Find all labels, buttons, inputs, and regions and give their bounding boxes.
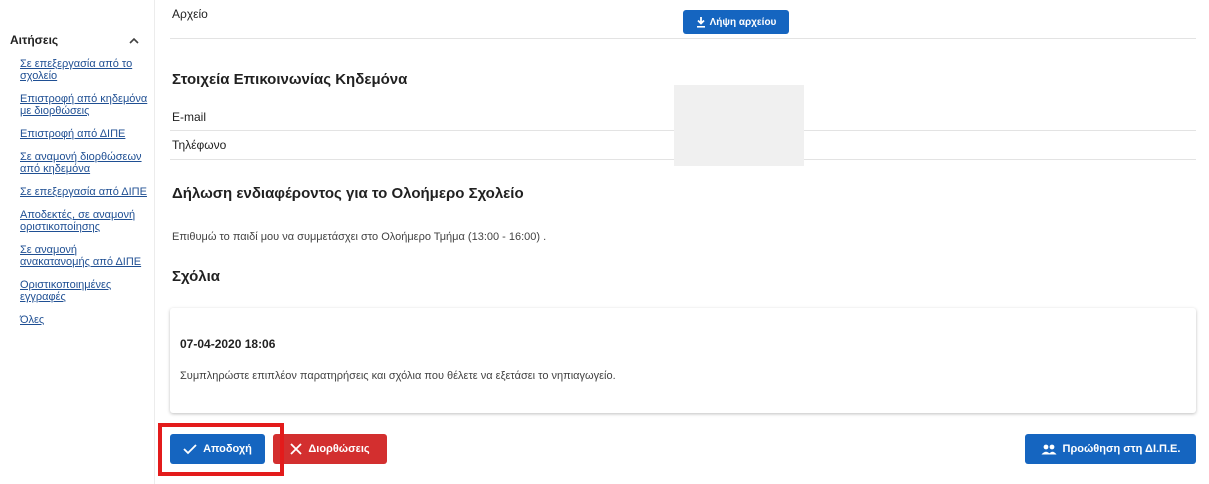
email-label: E-mail — [172, 110, 207, 124]
download-file-button[interactable]: Λήψη αρχείου — [683, 10, 789, 34]
sidebar: Αιτήσεις Σε επεξεργασία από το σχολείο Ε… — [0, 0, 155, 484]
sidebar-item-returned-by-guardian[interactable]: Επιστροφή από κηδεμόνα με διορθώσεις — [20, 93, 148, 117]
sidebar-item-all[interactable]: Όλες — [20, 314, 148, 326]
sidebar-item-returned-by-dipe[interactable]: Επιστροφή από ΔΙΠΕ — [20, 128, 148, 140]
sidebar-header[interactable]: Αιτήσεις — [10, 31, 140, 49]
divider — [170, 38, 1196, 39]
sidebar-item-awaiting-guardian-corrections[interactable]: Σε αναμονή διορθώσεων από κηδεμόνα — [20, 151, 148, 175]
sidebar-item-awaiting-reallocation[interactable]: Σε αναμονή ανακατανομής από ΔΙΠΕ — [20, 244, 148, 268]
forward-to-dipe-button[interactable]: Προώθηση στη ΔΙ.Π.Ε. — [1025, 434, 1196, 464]
sidebar-title: Αιτήσεις — [10, 33, 59, 47]
sidebar-item-school-processing[interactable]: Σε επεξεργασία από το σχολείο — [20, 58, 148, 82]
corrections-button[interactable]: Διορθώσεις — [273, 434, 387, 464]
phone-label: Τηλέφωνο — [172, 138, 227, 152]
forward-to-dipe-label: Προώθηση στη ΔΙ.Π.Ε. — [1062, 443, 1181, 455]
sidebar-item-accepted-awaiting-finalization[interactable]: Αποδεκτές, σε αναμονή οριστικοποίησης — [20, 209, 148, 233]
redacted-contact-values — [674, 85, 804, 166]
comment-text: Συμπληρώστε επιπλέον παρατηρήσεις και σχ… — [180, 370, 616, 382]
corrections-label: Διορθώσεις — [308, 443, 370, 455]
comment-date: 07-04-2020 18:06 — [180, 337, 276, 351]
allday-school-text: Επιθυμώ το παιδί μου να συμμετάσχει στο … — [172, 231, 547, 243]
sidebar-item-finalized-enrollments[interactable]: Οριστικοποιημένες εγγραφές — [20, 279, 148, 303]
guardian-contact-title: Στοιχεία Επικοινωνίας Κηδεμόνα — [172, 71, 408, 88]
comments-title: Σχόλια — [172, 268, 220, 285]
chevron-up-icon[interactable] — [128, 34, 140, 46]
check-icon — [183, 443, 197, 455]
sidebar-links: Σε επεξεργασία από το σχολείο Επιστροφή … — [20, 58, 148, 337]
file-label: Αρχείο — [172, 7, 208, 21]
sidebar-item-dipe-processing[interactable]: Σε επεξεργασία από ΔΙΠΕ — [20, 186, 148, 198]
download-icon — [696, 16, 706, 28]
accept-label: Αποδοχή — [203, 443, 252, 455]
download-file-label: Λήψη αρχείου — [709, 16, 777, 28]
close-icon — [290, 443, 303, 455]
comment-card: 07-04-2020 18:06 Συμπληρώστε επιπλέον πα… — [170, 308, 1196, 413]
allday-school-title: Δήλωση ενδιαφέροντος για το Ολοήμερο Σχο… — [172, 185, 524, 202]
accept-button[interactable]: Αποδοχή — [170, 434, 265, 464]
users-icon — [1041, 444, 1057, 455]
application-detail: Αρχείο Λήψη αρχείου Στοιχεία Επικοινωνία… — [170, 0, 1196, 484]
